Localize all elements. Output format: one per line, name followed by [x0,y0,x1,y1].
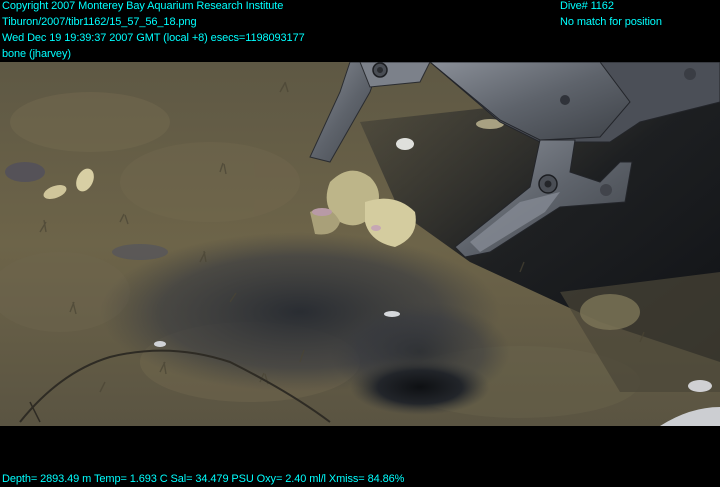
dive-number: Dive# 1162 [560,0,614,12]
excavation-pit [350,359,490,415]
annotator-text: bone (jharvey) [2,48,71,60]
telemetry-overlay: Depth= 2893.49 m Temp= 1.693 C Sal= 34.4… [2,473,405,485]
metadata-overlay: Copyright 2007 Monterey Bay Aquarium Res… [2,0,305,62]
filepath-text: Tiburon/2007/tibr1162/15_57_56_18.png [2,16,197,28]
dive-overlay: Dive# 1162 No match for position [560,0,662,30]
seafloor-image [0,62,720,426]
copyright-text: Copyright 2007 Monterey Bay Aquarium Res… [2,0,284,12]
seafloor-scene [0,62,720,426]
timestamp-text: Wed Dec 19 19:39:37 2007 GMT (local +8) … [2,32,305,44]
white-debris [688,380,712,392]
video-frame: Copyright 2007 Monterey Bay Aquarium Res… [0,0,720,486]
position-status: No match for position [560,16,662,28]
pink-organism [312,208,332,216]
